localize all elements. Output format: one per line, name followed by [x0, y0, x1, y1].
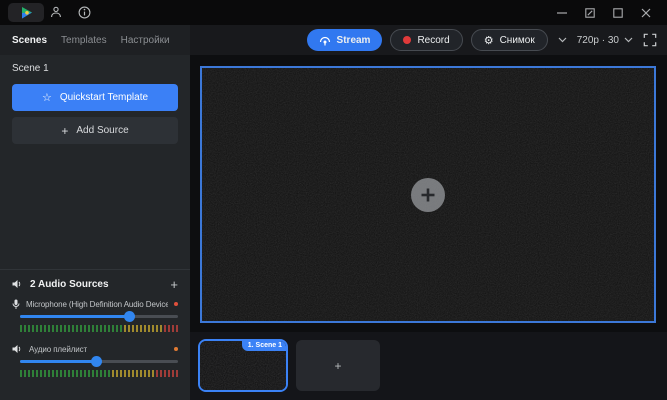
- maximize-button[interactable]: [606, 0, 630, 25]
- main-area: 1. Scene 1 +: [190, 55, 667, 400]
- minimize-button[interactable]: [550, 0, 574, 25]
- slider-fill: [20, 315, 130, 318]
- slider-thumb[interactable]: [124, 311, 136, 322]
- app-window: Scenes Templates Настройки Stream Record…: [0, 0, 667, 400]
- tab-bar: Scenes Templates Настройки: [0, 25, 190, 55]
- record-dot-icon: [403, 36, 412, 44]
- audio-source-row[interactable]: Аудио плейлист: [12, 343, 178, 355]
- slider-thumb[interactable]: [90, 356, 102, 367]
- chevron-down-icon: [624, 37, 633, 43]
- scene-thumbnail-badge: 1. Scene 1: [241, 341, 286, 351]
- audio-level-meter: [20, 370, 182, 377]
- add-audio-source-button[interactable]: +: [170, 278, 178, 291]
- status-dot: [174, 302, 178, 306]
- resolution-dropdown[interactable]: 720p · 30: [577, 35, 633, 46]
- scene-thumbnail-active[interactable]: 1. Scene 1: [198, 339, 288, 392]
- audio-sources-label: 2 Audio Sources: [30, 278, 109, 290]
- status-dot: [174, 347, 178, 351]
- snapshot-label: Снимок: [499, 34, 535, 46]
- add-source-center-button[interactable]: [411, 177, 445, 212]
- stream-button[interactable]: Stream: [306, 29, 383, 51]
- info-button[interactable]: [76, 4, 92, 20]
- close-icon: [641, 8, 651, 17]
- sidebar: Scene 1 ☆ Quickstart Template + Add Sour…: [0, 55, 190, 400]
- record-button[interactable]: Record: [390, 29, 463, 51]
- audio-level-meter: [20, 325, 182, 332]
- add-source-label: Add Source: [76, 125, 129, 136]
- dock-restore-icon: [585, 7, 595, 18]
- video-preview[interactable]: [200, 66, 656, 323]
- chevron-down-icon: [558, 37, 567, 43]
- quickstart-label: Quickstart Template: [59, 92, 149, 103]
- slider-fill: [20, 360, 96, 363]
- gear-icon: ⚙: [483, 33, 494, 47]
- volume-slider[interactable]: [20, 356, 178, 367]
- plus-icon: [421, 188, 435, 201]
- snapshot-dropdown-button[interactable]: [556, 35, 569, 45]
- resolution-value: 720p · 30: [576, 34, 619, 46]
- fullscreen-button[interactable]: [641, 31, 659, 49]
- speaker-icon: [12, 345, 21, 353]
- stream-label: Stream: [336, 34, 371, 46]
- plus-icon: +: [61, 123, 69, 138]
- titlebar: [0, 0, 667, 25]
- audio-sources-header: 2 Audio Sources +: [12, 276, 178, 292]
- tab-scenes[interactable]: Scenes: [12, 35, 47, 46]
- add-source-button[interactable]: + Add Source: [12, 117, 178, 144]
- volume-slider[interactable]: [20, 311, 178, 322]
- audio-source-name: Microphone (High Definition Audio Device…: [26, 299, 168, 309]
- maximize-icon: [613, 7, 623, 18]
- person-icon: [51, 6, 61, 18]
- record-label: Record: [417, 34, 450, 46]
- quickstart-template-button[interactable]: ☆ Quickstart Template: [12, 84, 178, 111]
- audio-section-divider: [0, 269, 190, 270]
- dock-restore-button[interactable]: [578, 0, 602, 25]
- fullscreen-icon: [643, 33, 657, 47]
- app-logo-button[interactable]: [8, 3, 44, 22]
- close-button[interactable]: [634, 0, 658, 25]
- speaker-icon: [12, 280, 21, 288]
- toolbar: Stream Record ⚙ Снимок 720p · 30: [190, 25, 667, 55]
- account-button[interactable]: [48, 4, 64, 20]
- snapshot-button[interactable]: ⚙ Снимок: [470, 29, 548, 51]
- audio-source-row[interactable]: Microphone (High Definition Audio Device…: [12, 298, 178, 310]
- tab-settings[interactable]: Настройки: [121, 35, 170, 46]
- info-icon: [78, 6, 90, 18]
- add-scene-button[interactable]: +: [296, 340, 380, 391]
- minimize-icon: [557, 11, 567, 14]
- scene-title: Scene 1: [12, 63, 49, 74]
- star-icon: ☆: [41, 91, 52, 104]
- app-logo-icon: [21, 6, 32, 18]
- microphone-icon: [12, 299, 20, 309]
- tab-templates[interactable]: Templates: [61, 35, 107, 46]
- plus-icon: +: [334, 358, 342, 373]
- broadcast-icon: [319, 36, 330, 45]
- audio-source-name: Аудио плейлист: [29, 344, 88, 354]
